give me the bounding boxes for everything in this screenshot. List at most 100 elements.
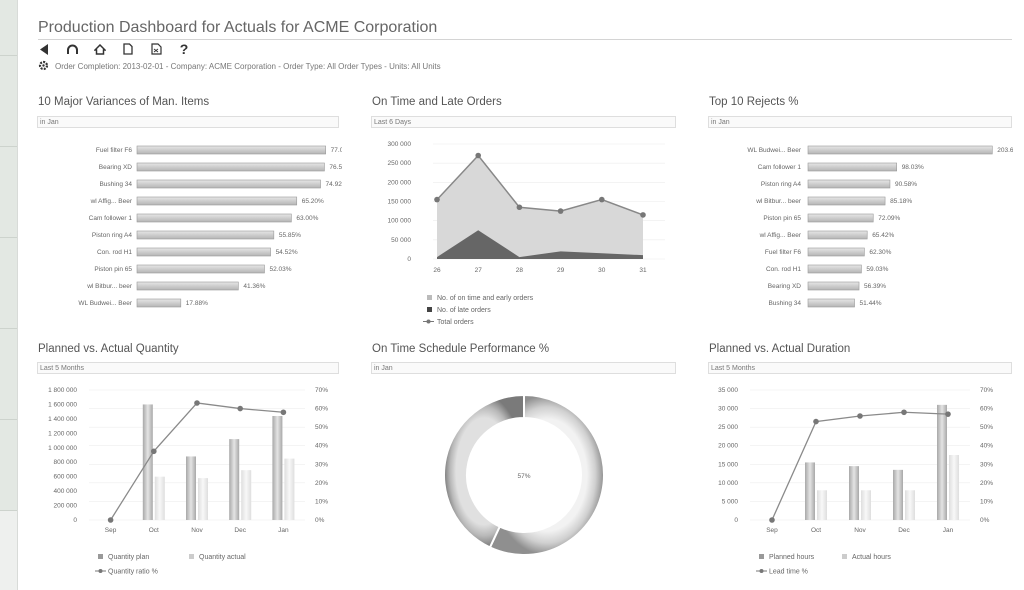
- bar-value-label: 56.39%: [864, 283, 886, 290]
- chart-planned-actual-duration: 0 5 000 10 000 15 000 20 000 25 000 30 000 35 0…: [718, 387, 993, 576]
- data-point: [901, 409, 907, 416]
- bar: [136, 247, 271, 257]
- legend-label: Quantity actual: [199, 554, 246, 561]
- panel-title-top-rejects: Top 10 Rejects %: [709, 96, 799, 108]
- home-icon[interactable]: [93, 42, 107, 56]
- bar-value-label: 62.30%: [869, 249, 891, 256]
- bar-category-label: Piston ring A4: [92, 232, 132, 239]
- sidebar-segment[interactable]: [0, 0, 17, 56]
- y-tick-label: 150 000: [388, 199, 412, 206]
- panel-subtitle-on-time-late[interactable]: Last 6 Days: [371, 116, 676, 128]
- data-point: [151, 448, 157, 455]
- x-tick-label: 30: [598, 267, 606, 274]
- legend-swatch-planned: [759, 554, 764, 559]
- x-tick-label: Dec: [234, 527, 246, 534]
- bar-category-label: wl Affig... Beer: [759, 232, 802, 239]
- bar: [807, 213, 874, 223]
- back-icon[interactable]: [37, 42, 51, 56]
- y-tick-label: 25 000: [718, 424, 738, 431]
- donut-center-label: 57%: [517, 473, 530, 480]
- panel-title-schedule-performance: On Time Schedule Performance %: [372, 343, 550, 355]
- x-tick-label: 31: [639, 267, 647, 274]
- y2-tick-label: 0%: [980, 517, 990, 524]
- bar-value-label: 52.03%: [269, 266, 291, 273]
- chart-top-rejects: WL Budwei... Beer 203.69% Cam follower 1 98…: [747, 145, 1013, 308]
- data-point: [640, 212, 646, 218]
- bar-category-label: Piston ring A4: [761, 181, 801, 188]
- bar-category-label: Con. rod H1: [97, 249, 132, 256]
- sidebar-segment[interactable]: [0, 56, 17, 147]
- x-tick-label: Jan: [943, 527, 954, 534]
- bar-category-label: Bearing XD: [768, 283, 802, 290]
- bar-category-label: wl Affig... Beer: [90, 198, 133, 205]
- panel-subtitle-variances[interactable]: in Jan: [37, 116, 339, 128]
- x-tick-label: Dec: [898, 527, 910, 534]
- bar-planned: [937, 404, 947, 520]
- sidebar-segment[interactable]: [0, 420, 17, 511]
- y-tick-label: 250 000: [388, 160, 412, 167]
- y2-tick-label: 60%: [315, 406, 328, 413]
- bar: [136, 162, 325, 172]
- data-point: [769, 517, 775, 523]
- legend-swatch-late: [427, 307, 432, 312]
- bar: [807, 298, 855, 308]
- gear-icon[interactable]: [38, 60, 49, 73]
- bar-value-label: 76.50%: [329, 164, 342, 171]
- left-sidebar: [0, 0, 18, 590]
- bar-value-label: 55.85%: [279, 232, 301, 239]
- sidebar-segment[interactable]: [0, 329, 17, 420]
- data-point: [599, 196, 605, 203]
- y-tick-label: 35 000: [718, 387, 738, 394]
- bar-value-label: 203.69%: [997, 147, 1013, 154]
- panel-subtitle-planned-actual-duration[interactable]: Last 5 Months: [708, 362, 1012, 374]
- sidebar-segment[interactable]: [0, 238, 17, 329]
- data-point: [813, 418, 819, 425]
- bar-category-label: Con. rod H1: [766, 266, 801, 273]
- bar-value-label: 17.88%: [186, 300, 208, 307]
- legend-marker-ratio: [98, 569, 103, 573]
- bar-value-label: 65.20%: [302, 198, 324, 205]
- bar-value-label: 74.92%: [326, 181, 342, 188]
- panel-subtitle-schedule-performance[interactable]: in Jan: [371, 362, 676, 374]
- x-tick-label: Nov: [854, 527, 866, 534]
- data-point: [107, 517, 114, 523]
- bar: [807, 145, 993, 155]
- legend-swatch-actual: [842, 554, 847, 559]
- x-tick-label: Oct: [149, 527, 159, 534]
- panel-subtitle-planned-actual-quantity[interactable]: Last 5 Months: [37, 362, 339, 374]
- filter-bar: Order Completion: 2013-02-01 - Company: …: [38, 60, 441, 72]
- bar-value-label: 77.01%: [331, 147, 342, 154]
- refresh-icon[interactable]: [65, 42, 79, 56]
- bar: [136, 298, 182, 308]
- y-tick-label: 30 000: [718, 406, 738, 413]
- donut-slice: [443, 393, 525, 549]
- panel-subtitle-top-rejects[interactable]: in Jan: [708, 116, 1012, 128]
- legend-swatch-actual: [189, 554, 194, 559]
- y2-tick-label: 60%: [980, 406, 993, 413]
- y-tick-label: 800 000: [54, 459, 78, 466]
- chart-on-time-late-orders: 0 50 000 100 000 150 000 200 000 250 000 300 0…: [388, 141, 665, 326]
- bar-category-label: Cam follower 1: [89, 215, 133, 222]
- y2-tick-label: 10%: [980, 498, 993, 505]
- legend-swatch-planned: [98, 554, 103, 559]
- x-tick-label: 26: [433, 267, 441, 274]
- bar: [807, 247, 865, 257]
- document-icon[interactable]: [121, 42, 135, 56]
- bar-actual: [284, 458, 295, 520]
- bar: [807, 162, 897, 172]
- y2-tick-label: 70%: [980, 387, 993, 394]
- bar-planned: [893, 469, 903, 520]
- legend-label: Quantity plan: [108, 554, 149, 561]
- bar: [807, 230, 868, 240]
- bar-category-label: WL Budwei... Beer: [78, 300, 132, 307]
- y-tick-label: 1 600 000: [48, 401, 77, 408]
- y-tick-label: 600 000: [54, 474, 78, 481]
- sidebar-segment[interactable]: [0, 147, 17, 238]
- y-tick-label: 5 000: [722, 498, 739, 505]
- series-line-ratio: [110, 402, 284, 521]
- data-point: [194, 400, 200, 406]
- bar-planned: [142, 404, 153, 520]
- help-icon[interactable]: ?: [177, 41, 191, 57]
- export-icon[interactable]: [149, 42, 163, 56]
- toolbar: ?: [37, 41, 191, 57]
